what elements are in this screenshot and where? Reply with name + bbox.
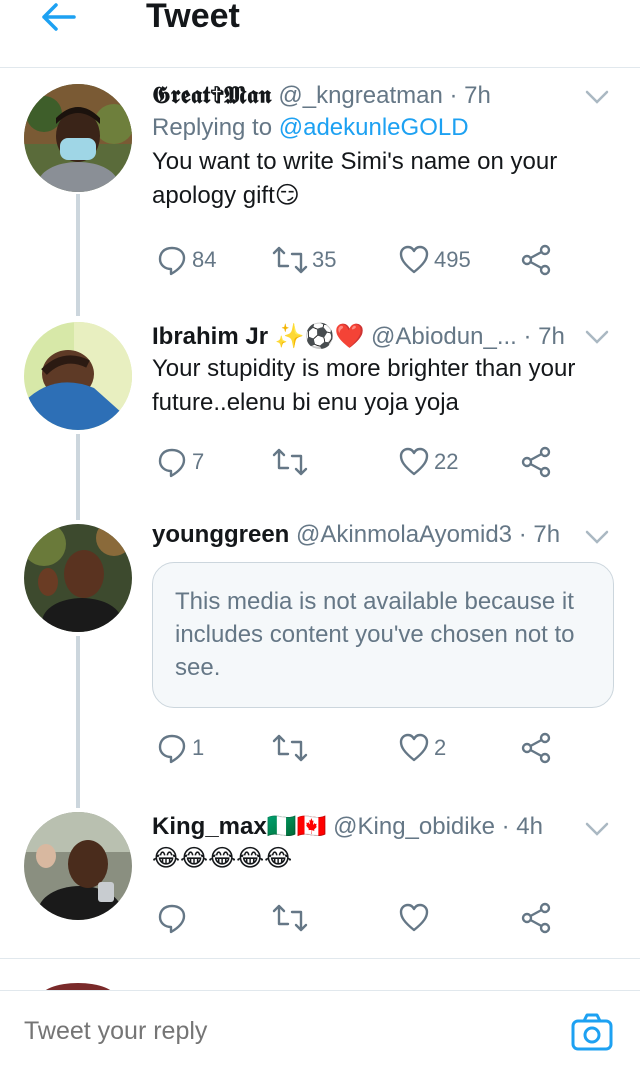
user-handle[interactable]: @Abiodun_... bbox=[371, 323, 517, 350]
camera-icon[interactable] bbox=[570, 1011, 614, 1055]
replying-to-label: Replying to bbox=[152, 114, 273, 141]
avatar[interactable] bbox=[24, 322, 132, 430]
avatar[interactable] bbox=[24, 84, 132, 192]
display-name[interactable]: younggreen bbox=[152, 521, 289, 548]
retweet-icon bbox=[272, 246, 308, 274]
reply-bar bbox=[0, 990, 640, 1069]
tweet-meta: Ibrahim Jr ✨⚽❤️ @Abiodun_... · 7h bbox=[152, 322, 620, 352]
share-button[interactable] bbox=[520, 728, 552, 768]
reply-button[interactable] bbox=[156, 898, 192, 938]
share-icon bbox=[521, 732, 551, 764]
tweet-actions: 7 22 bbox=[152, 442, 560, 482]
reply-icon bbox=[158, 734, 186, 764]
tweet-meta: King_max🇳🇬🇨🇦 @King_obidike · 4h bbox=[152, 812, 620, 842]
like-count: 22 bbox=[434, 449, 459, 474]
heart-icon bbox=[399, 733, 429, 762]
thread-line bbox=[76, 194, 80, 316]
user-handle[interactable]: @_kngreatman bbox=[278, 82, 442, 109]
timestamp: · 7h bbox=[518, 521, 561, 548]
tweet-meta: younggreen @AkinmolaAyomid3 · 7h bbox=[152, 520, 620, 550]
display-name[interactable]: 𝕲𝖗𝖊𝖆𝖙✞𝕸𝖆𝖓 bbox=[152, 80, 272, 109]
tweet-text: Your stupidity is more brighter than you… bbox=[152, 355, 576, 416]
share-button[interactable] bbox=[520, 898, 552, 938]
share-icon bbox=[521, 244, 551, 276]
replying-to: Replying to @adekunleGOLD bbox=[152, 111, 620, 145]
avatar[interactable] bbox=[24, 812, 132, 920]
reply-count: 84 bbox=[192, 247, 217, 272]
share-icon bbox=[521, 446, 551, 478]
thread-line bbox=[76, 636, 80, 808]
user-handle[interactable]: @King_obidike bbox=[333, 813, 495, 840]
like-count: 495 bbox=[434, 247, 471, 272]
reply-icon bbox=[158, 246, 186, 276]
reply-button[interactable]: 84 bbox=[156, 240, 216, 280]
like-button[interactable] bbox=[398, 898, 434, 938]
display-name[interactable]: Ibrahim Jr ✨⚽❤️ bbox=[152, 323, 364, 350]
share-icon bbox=[521, 902, 551, 934]
thread-line bbox=[76, 434, 80, 520]
header-bar: Tweet bbox=[0, 0, 640, 68]
partial-tweet[interactable] bbox=[0, 958, 640, 990]
timestamp: · 7h bbox=[449, 82, 491, 109]
share-button[interactable] bbox=[520, 240, 552, 280]
reply-count: 7 bbox=[192, 449, 205, 474]
reply-button[interactable]: 1 bbox=[156, 728, 204, 768]
like-button[interactable]: 2 bbox=[398, 728, 446, 768]
retweet-button[interactable]: 35 bbox=[272, 240, 336, 280]
tweet-actions: 84 35 495 bbox=[152, 240, 560, 280]
retweet-button[interactable] bbox=[272, 898, 312, 938]
timestamp: · 7h bbox=[523, 323, 565, 350]
like-button[interactable]: 495 bbox=[398, 240, 471, 280]
retweet-icon bbox=[272, 904, 308, 932]
hidden-media-notice[interactable]: This media is not available because it i… bbox=[152, 562, 614, 708]
retweet-button[interactable] bbox=[272, 728, 312, 768]
tweet-actions: 1 2 bbox=[152, 728, 560, 768]
retweet-button[interactable] bbox=[272, 442, 312, 482]
tweet-text: 😂😂😂😂😂 bbox=[152, 845, 293, 872]
display-name[interactable]: King_max🇳🇬🇨🇦 bbox=[152, 813, 326, 840]
chevron-down-icon[interactable] bbox=[584, 84, 610, 110]
tweet-actions bbox=[152, 898, 560, 938]
tweet-text: You want to write Simi's name on your ap… bbox=[152, 148, 558, 209]
reply-icon bbox=[158, 904, 186, 934]
reply-count: 1 bbox=[192, 735, 205, 760]
tweet-meta: 𝕲𝖗𝖊𝖆𝖙✞𝕸𝖆𝖓 @_kngreatman · 7h bbox=[152, 80, 620, 111]
heart-icon bbox=[399, 447, 429, 476]
retweet-count: 35 bbox=[312, 247, 337, 272]
heart-icon bbox=[399, 903, 429, 932]
page-title: Tweet bbox=[146, 0, 240, 35]
back-arrow-icon[interactable] bbox=[36, 0, 80, 34]
chevron-down-icon[interactable] bbox=[584, 524, 610, 550]
timestamp: · 4h bbox=[501, 813, 543, 840]
like-button[interactable]: 22 bbox=[398, 442, 458, 482]
avatar[interactable] bbox=[24, 524, 132, 632]
heart-icon bbox=[399, 245, 429, 274]
avatar bbox=[40, 983, 116, 990]
reply-icon bbox=[158, 448, 186, 478]
reply-input[interactable] bbox=[24, 1011, 544, 1051]
user-handle[interactable]: @AkinmolaAyomid3 bbox=[296, 521, 512, 548]
chevron-down-icon[interactable] bbox=[584, 324, 610, 350]
reply-button[interactable]: 7 bbox=[156, 442, 204, 482]
like-count: 2 bbox=[434, 735, 447, 760]
retweet-icon bbox=[272, 448, 308, 476]
share-button[interactable] bbox=[520, 442, 552, 482]
replying-to-link[interactable]: @adekunleGOLD bbox=[279, 114, 469, 141]
chevron-down-icon[interactable] bbox=[584, 816, 610, 842]
retweet-icon bbox=[272, 734, 308, 762]
